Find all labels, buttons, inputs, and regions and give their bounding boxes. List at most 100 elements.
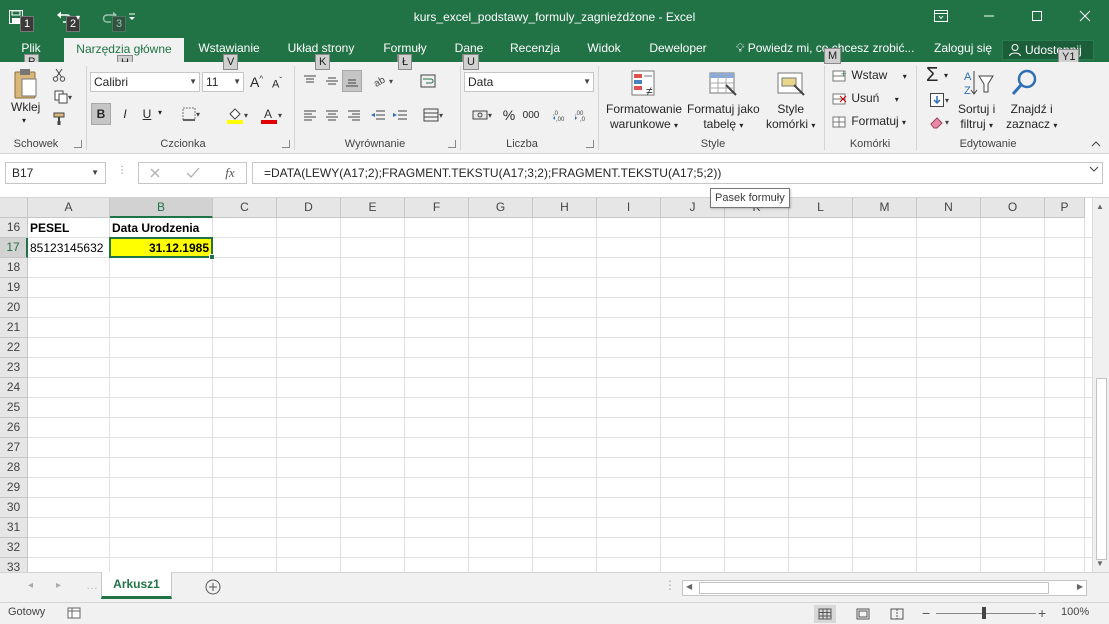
orientation-button[interactable]: ab ▾ <box>368 70 398 92</box>
tab-home[interactable]: Narzędzia główne H <box>64 38 184 71</box>
top-align-button[interactable] <box>300 70 320 92</box>
font-dialog-launcher[interactable] <box>282 140 290 148</box>
shrink-font-button[interactable]: Aˇ <box>272 76 282 91</box>
row-header-24[interactable]: 24 <box>0 378 28 398</box>
paste-button[interactable] <box>10 66 42 102</box>
cell-a16[interactable]: PESEL <box>28 218 110 238</box>
tab-view[interactable]: Widok <box>580 38 628 62</box>
increase-indent-button[interactable] <box>390 104 410 126</box>
align-left-button[interactable] <box>300 104 320 126</box>
number-dialog-launcher[interactable] <box>586 140 594 148</box>
confirm-entry-button[interactable] <box>183 165 203 181</box>
underline-dropdown[interactable]: ▾ <box>158 108 162 117</box>
column-header-n[interactable]: N <box>917 198 981 218</box>
cancel-entry-button[interactable] <box>145 165 165 181</box>
row-header-27[interactable]: 27 <box>0 438 28 458</box>
column-header-d[interactable]: D <box>277 198 341 218</box>
horizontal-scrollbar[interactable]: ◀ ▶ <box>682 580 1087 596</box>
row-header-17[interactable]: 17 <box>0 238 28 258</box>
new-sheet-button[interactable] <box>204 578 222 596</box>
italic-button[interactable]: I <box>116 103 134 125</box>
column-header-h[interactable]: H <box>533 198 597 218</box>
delete-cells-button[interactable]: Usuń ▾ <box>832 91 899 106</box>
row-header-18[interactable]: 18 <box>0 258 28 278</box>
share-button[interactable]: Udostępnij Y1 <box>1002 40 1094 65</box>
fill-handle[interactable] <box>209 254 215 260</box>
column-header-i[interactable]: I <box>597 198 661 218</box>
bottom-align-button[interactable] <box>342 70 362 92</box>
page-break-view-button[interactable] <box>886 605 908 623</box>
scroll-up-arrow[interactable]: ▲ <box>1096 202 1104 211</box>
font-size-combo[interactable]: 11 ▼ <box>202 72 244 92</box>
cut-button[interactable] <box>50 66 68 84</box>
scroll-left-arrow[interactable]: ◀ <box>686 582 692 591</box>
collapse-ribbon-button[interactable] <box>1090 138 1102 150</box>
row-header-25[interactable]: 25 <box>0 398 28 418</box>
column-header-f[interactable]: F <box>405 198 469 218</box>
column-header-l[interactable]: L <box>789 198 853 218</box>
row-header-31[interactable]: 31 <box>0 518 28 538</box>
number-format-combo[interactable]: Data ▼ <box>464 72 594 92</box>
column-header-p[interactable]: P <box>1045 198 1085 218</box>
decrease-decimal-button[interactable]: ,00,0 <box>572 104 592 126</box>
format-cells-button[interactable]: Formatuj ▾ <box>832 114 906 129</box>
column-header-b[interactable]: B <box>110 198 213 218</box>
column-header-g[interactable]: G <box>469 198 533 218</box>
paste-dropdown-icon[interactable]: ▾ <box>22 116 26 125</box>
autosum-button[interactable]: Σ ▾ <box>926 64 948 87</box>
accounting-format-button[interactable]: ▾ <box>466 104 498 126</box>
row-header-22[interactable]: 22 <box>0 338 28 358</box>
sheet-tab-arkusz1[interactable]: Arkusz1 <box>101 572 172 599</box>
maximize-button[interactable] <box>1013 0 1061 32</box>
comma-style-button[interactable]: 000 <box>520 104 542 126</box>
close-button[interactable] <box>1061 0 1109 32</box>
column-header-o[interactable]: O <box>981 198 1045 218</box>
tab-split-handle[interactable]: ⋮ <box>664 578 676 592</box>
cell-a17[interactable]: 85123145632 <box>28 238 110 258</box>
align-right-button[interactable] <box>344 104 364 126</box>
insert-function-button[interactable]: fx <box>219 164 241 182</box>
row-header-21[interactable]: 21 <box>0 318 28 338</box>
font-color-button[interactable]: A ▾ <box>256 104 286 126</box>
wrap-text-button[interactable] <box>418 70 438 92</box>
formula-input[interactable]: =DATA(LEWY(A17;2);FRAGMENT.TEKSTU(A17;3;… <box>252 162 1103 184</box>
normal-view-button[interactable] <box>814 605 836 623</box>
insert-cells-button[interactable]: + Wstaw ▾ <box>832 68 907 83</box>
alignment-dialog-launcher[interactable] <box>448 140 456 148</box>
minimize-button[interactable] <box>965 0 1013 32</box>
borders-button[interactable]: ▾ <box>178 104 204 124</box>
fill-color-button[interactable]: ▾ <box>222 104 252 126</box>
select-all-button[interactable] <box>0 198 28 218</box>
row-header-30[interactable]: 30 <box>0 498 28 518</box>
scroll-right-arrow[interactable]: ▶ <box>1077 582 1083 591</box>
row-header-33[interactable]: 33 <box>0 558 28 572</box>
zoom-slider-thumb[interactable] <box>982 607 986 619</box>
conditional-formatting-button[interactable]: Formatowanie warunkowe ▾ <box>606 102 682 131</box>
grow-font-button[interactable]: A^ <box>250 74 263 90</box>
zoom-level[interactable]: 100% <box>1061 606 1089 618</box>
row-header-32[interactable]: 32 <box>0 538 28 558</box>
tab-developer[interactable]: Deweloper <box>642 38 714 62</box>
column-header-c[interactable]: C <box>213 198 277 218</box>
underline-button[interactable]: U <box>138 103 156 125</box>
expand-formula-bar-button[interactable] <box>1089 165 1099 175</box>
clipboard-dialog-launcher[interactable] <box>74 140 82 148</box>
percent-style-button[interactable]: % <box>500 104 518 126</box>
worksheet-grid[interactable]: ABCDEFGHIJKLMNOP161718192021222324252627… <box>0 198 1109 572</box>
merge-center-button[interactable]: ▾ <box>418 104 448 126</box>
formula-bar-resize-handle[interactable]: ⋮ <box>117 164 127 178</box>
align-center-button[interactable] <box>322 104 342 126</box>
row-header-19[interactable]: 19 <box>0 278 28 298</box>
vertical-scroll-thumb[interactable] <box>1096 378 1107 560</box>
font-name-combo[interactable]: Calibri ▼ <box>90 72 200 92</box>
bold-button[interactable]: B <box>91 103 111 125</box>
sign-in-link[interactable]: Zaloguj się <box>934 38 992 58</box>
cell-b17[interactable]: 31.12.1985 <box>110 238 213 258</box>
sheet-tabs-more[interactable]: … <box>86 578 98 592</box>
fill-button[interactable]: ▾ <box>924 90 954 110</box>
column-header-e[interactable]: E <box>341 198 405 218</box>
scroll-sheets-left-button[interactable]: ◂ <box>28 580 33 591</box>
macro-recording-button[interactable] <box>66 606 82 620</box>
increase-decimal-button[interactable]: ,0,00 <box>550 104 570 126</box>
tab-file[interactable]: Plik P <box>0 38 62 70</box>
